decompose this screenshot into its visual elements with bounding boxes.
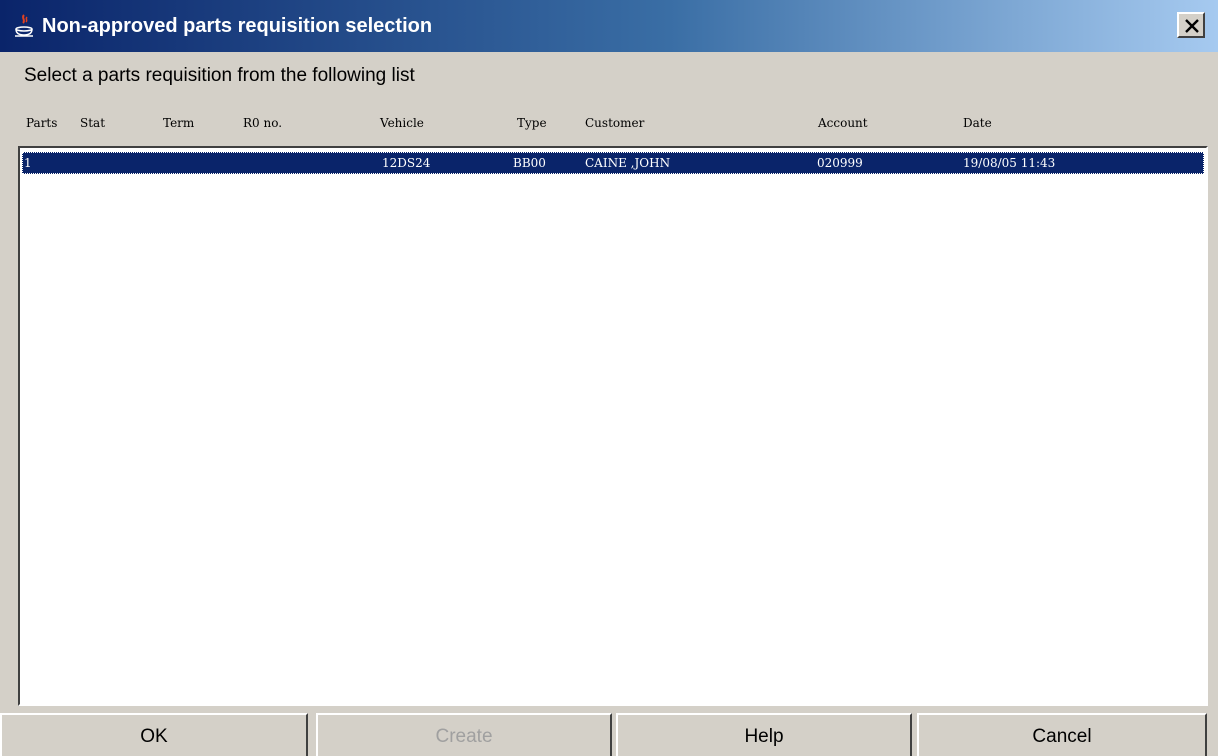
column-header-vehicle: Vehicle [380,116,424,130]
requisition-selection-dialog: Non-approved parts requisition selection… [0,0,1218,756]
column-header-account: Account [818,116,868,130]
cell-account: 020999 [817,156,863,170]
column-header-type: Type [517,116,547,130]
column-header-parts: Parts [26,116,58,130]
title-bar[interactable]: Non-approved parts requisition selection [0,0,1218,52]
instruction-text: Select a parts requisition from the foll… [24,65,415,86]
column-header-term: Term [163,116,195,130]
column-header-stat: Stat [80,116,106,130]
cell-parts: 1 [24,156,32,170]
close-icon [1185,19,1199,33]
ok-button[interactable]: OK [0,713,308,756]
cell-date: 19/08/05 11:43 [963,156,1056,170]
requisition-list[interactable]: 1 12DS24 BB00 CAINE ,JOHN 020999 19/08/0… [18,146,1208,706]
window-title: Non-approved parts requisition selection [42,15,433,37]
column-header-customer: Customer [585,116,645,130]
cell-type: BB00 [513,156,546,170]
java-cup-icon [12,14,36,38]
close-button[interactable] [1177,12,1205,38]
cell-vehicle: 12DS24 [382,156,431,170]
cancel-button[interactable]: Cancel [917,713,1207,756]
cell-customer: CAINE ,JOHN [585,156,671,170]
create-button[interactable]: Create [316,713,612,756]
column-header-ro-no: R0 no. [243,116,283,130]
table-row[interactable]: 1 12DS24 BB00 CAINE ,JOHN 020999 19/08/0… [22,152,1204,174]
column-header-date: Date [963,116,992,130]
help-button[interactable]: Help [616,713,912,756]
